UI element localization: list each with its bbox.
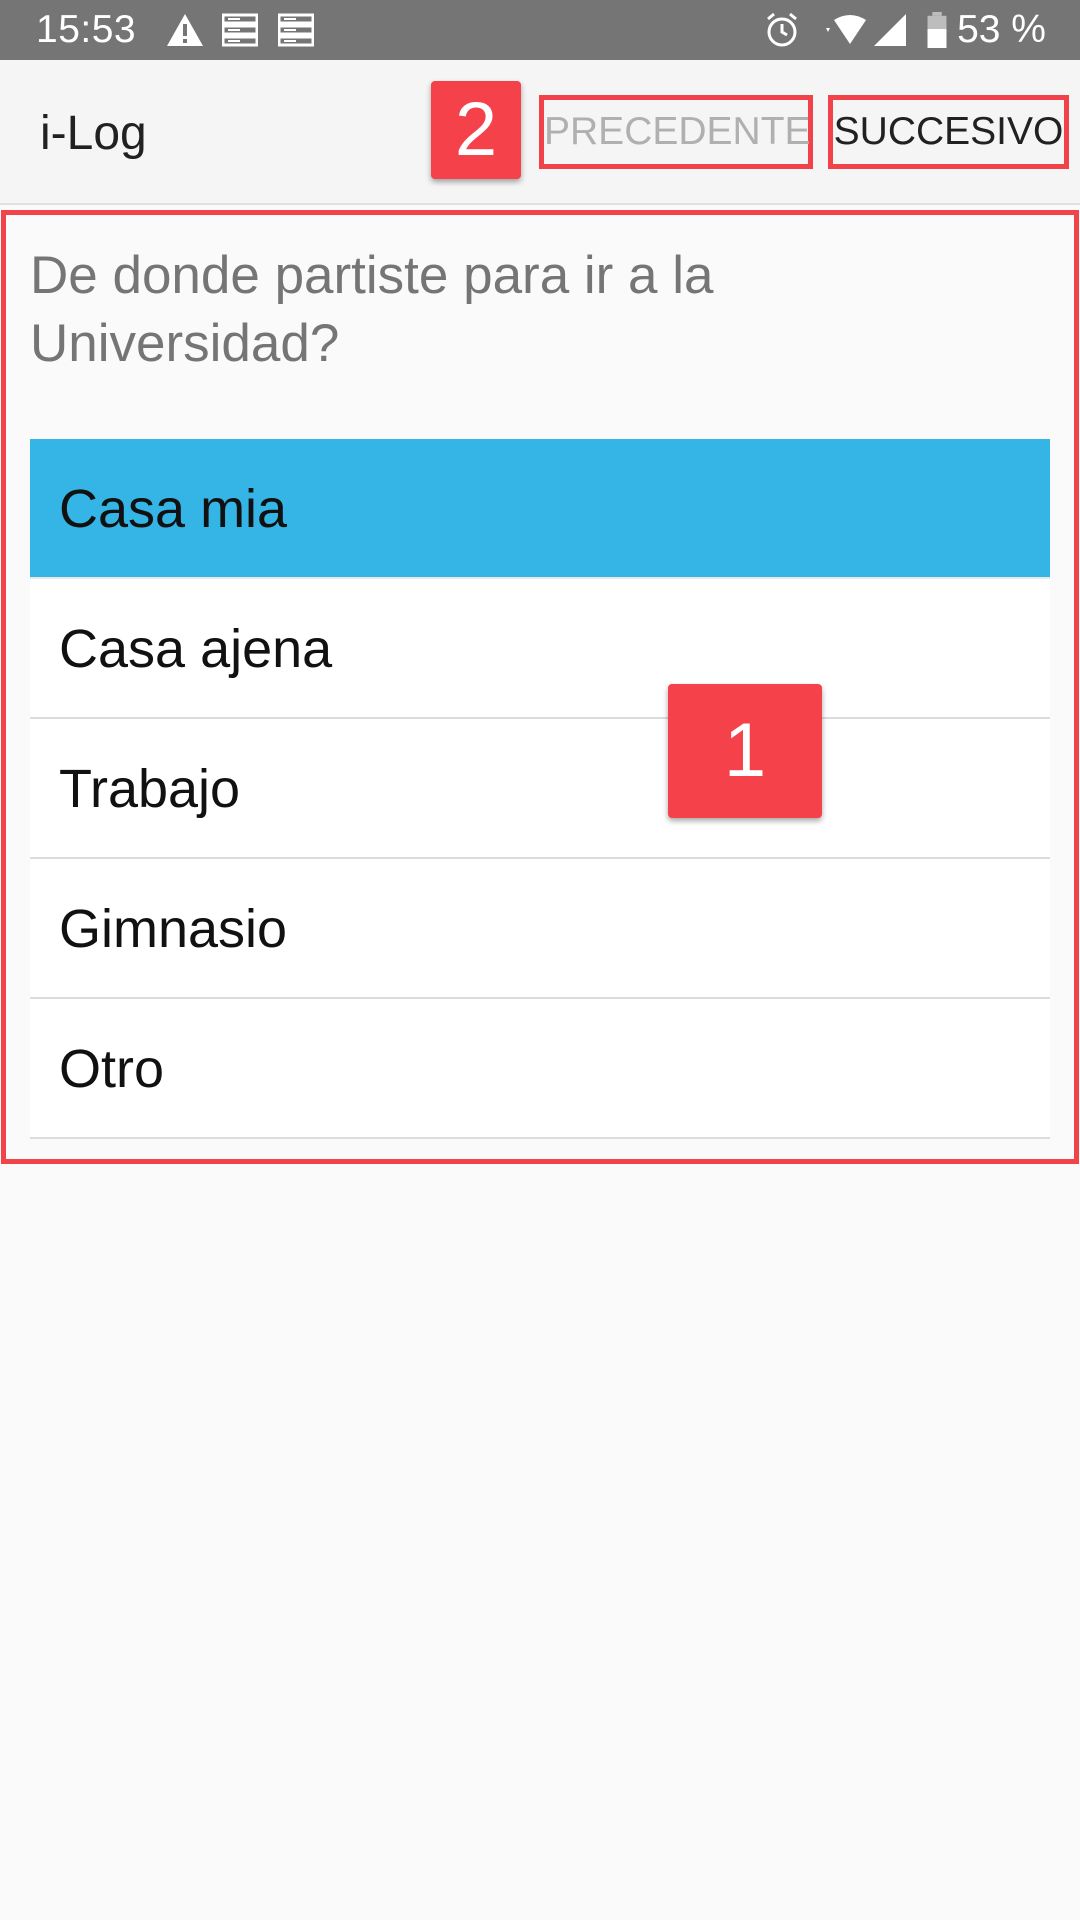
battery-percent: 53 %: [957, 8, 1046, 51]
app-title: i-Log: [40, 107, 147, 160]
next-button[interactable]: SUCCESIVO: [833, 101, 1064, 163]
alarm-icon: [767, 12, 797, 47]
notification-icon: [222, 13, 258, 47]
status-bar: 15:53 53 %: [0, 0, 1080, 60]
prev-button[interactable]: PRECEDENTE: [544, 101, 811, 163]
option-label: Trabajo: [59, 759, 241, 819]
option-label: Casa mia: [59, 479, 288, 539]
signal-icon: [874, 14, 906, 46]
option-otro[interactable]: Otro: [30, 999, 1050, 1139]
notification-icon: [278, 13, 314, 47]
option-gimnasio[interactable]: Gimnasio: [30, 859, 1050, 999]
option-trabajo[interactable]: Trabajo: [30, 719, 1050, 859]
annotation-badge-1: 1: [668, 684, 822, 818]
annotation-badge-2: 2: [431, 81, 521, 179]
option-casa-mia[interactable]: Casa mia: [30, 439, 1050, 579]
wifi-icon: [826, 15, 866, 44]
option-label: Otro: [59, 1039, 165, 1099]
options-list: Casa mia Casa ajena Trabajo Gimnasio Otr…: [30, 439, 1050, 1139]
battery-icon: [927, 12, 947, 48]
status-time: 15:53: [36, 8, 137, 51]
option-casa-ajena[interactable]: Casa ajena: [30, 579, 1050, 719]
option-label: Casa ajena: [59, 619, 333, 679]
warning-icon: [167, 14, 203, 46]
option-label: Gimnasio: [59, 899, 288, 959]
question-text: De donde partiste para ir a la Universid…: [30, 246, 714, 373]
